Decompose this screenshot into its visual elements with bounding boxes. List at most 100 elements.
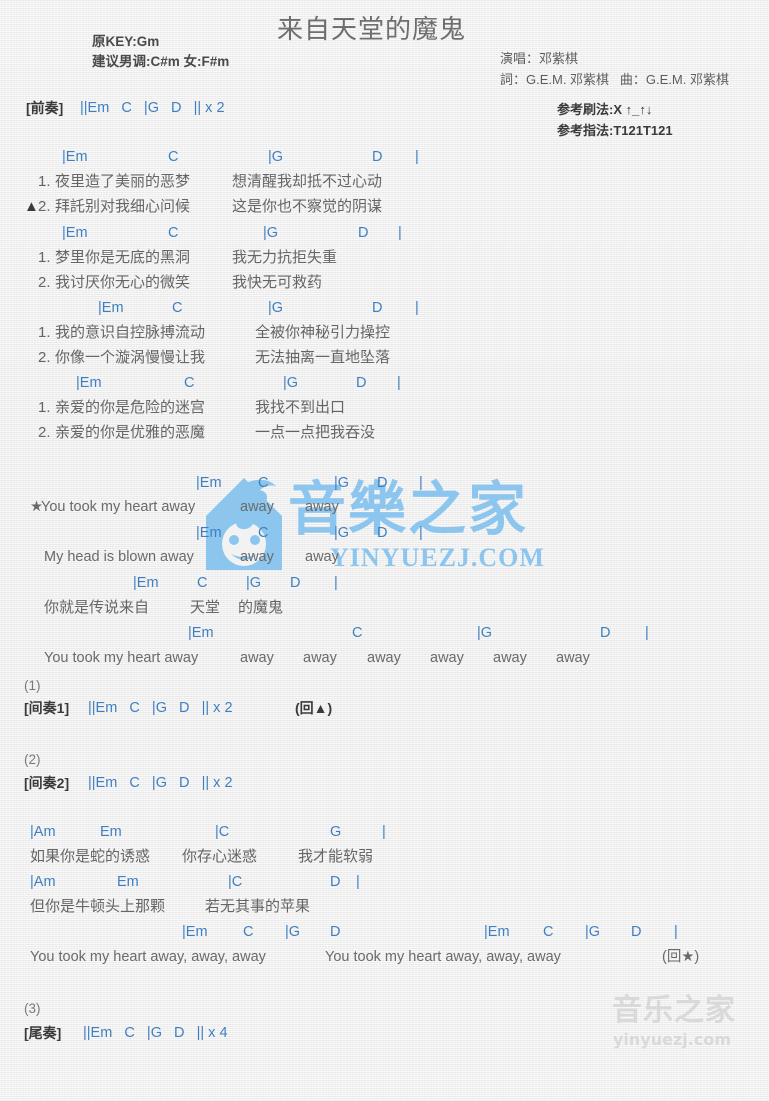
singer-credit: 演唱：邓紫棋	[500, 51, 579, 66]
chord-token: C	[352, 625, 363, 641]
chord-token: C	[243, 924, 254, 940]
original-key: 原KEY:Gm	[92, 34, 160, 49]
chord-token: |G	[334, 475, 350, 491]
lyric-text-left: You took my heart away, away, away	[30, 949, 266, 965]
lyric-away-2: away	[303, 650, 337, 666]
lyric-right: 的魔鬼	[238, 599, 284, 616]
bar-line: |	[415, 300, 419, 316]
lyric-tail: 全被你神秘引力操控	[255, 324, 391, 341]
chord-token: |C	[228, 874, 243, 890]
lyric-text: 你像一个漩涡慢慢让我	[55, 349, 206, 366]
lyric-text: 我讨厌你无心的微笑	[55, 274, 191, 291]
chord-token: |Em	[62, 149, 88, 165]
intro-tag: [前奏]	[26, 100, 64, 116]
chord-token: |G	[285, 924, 301, 940]
chord-token: |C	[215, 824, 230, 840]
chord-token: |G	[585, 924, 601, 940]
chord-token: G	[330, 824, 342, 840]
chord-token: |Em	[133, 575, 159, 591]
lyric-away-1: away	[240, 650, 274, 666]
chord-token: |Em	[62, 225, 88, 241]
chord-sheet-page: 音樂之家 YINYUEZJ.COM 来自天堂的魔鬼 原KEY:Gm 建议男调:C…	[0, 0, 769, 1068]
lyric-text: 如果你是蛇的诱惑	[30, 848, 151, 865]
chord-token: |Am	[30, 824, 56, 840]
lyric-number: 1.	[38, 324, 51, 341]
suggested-key: 建议男调:C#m 女:F#m	[92, 54, 230, 69]
watermark-bottom-text: 音乐之家	[612, 993, 736, 1028]
lyric-mid: 天堂	[190, 599, 221, 616]
chord-token: |Em	[196, 475, 222, 491]
interlude1-tag: [间奏1]	[24, 700, 70, 716]
lyric-away-3: away	[367, 650, 401, 666]
chord-token: |Em	[196, 525, 222, 541]
outro-repeat-marker: (回★)	[662, 949, 700, 965]
lyric-text-right: You took my heart away, away, away	[325, 949, 561, 965]
bar-line: |	[356, 874, 360, 890]
chord-token: D	[631, 924, 642, 940]
chord-token: D	[372, 149, 383, 165]
lyric-number: 1.	[38, 399, 51, 416]
chord-token: |G	[246, 575, 262, 591]
chord-token: |Em	[76, 375, 102, 391]
lyric-away-6: away	[556, 650, 590, 666]
lyric-mid: 若无其事的苹果	[205, 898, 311, 915]
lyric-text: 夜里造了美丽的恶梦	[55, 173, 191, 190]
lyric-number: 1.	[38, 173, 51, 190]
lyric-away-5: away	[493, 650, 527, 666]
section-number-3: (3)	[24, 1001, 41, 1016]
lyric-text: 拜託别对我细心问候	[55, 198, 191, 215]
lyric-text: You took my heart away	[41, 499, 196, 515]
watermark-bottom-url: yinyuezj.com	[613, 1030, 731, 1049]
chord-token: D	[600, 625, 611, 641]
lyric-away-4: away	[430, 650, 464, 666]
lyric-number: 2.	[38, 424, 51, 441]
bar-line: |	[645, 625, 649, 641]
lyric-right: 我才能软弱	[298, 848, 374, 865]
lyric-text: You took my heart away	[44, 650, 199, 666]
chord-token: C	[184, 375, 195, 391]
repeat-triangle-icon: ▲	[24, 198, 39, 215]
chord-token: |G	[477, 625, 493, 641]
bar-line: |	[419, 525, 423, 541]
lyric-away-2: away	[305, 499, 339, 515]
lyric-tail: 我快无可救药	[232, 274, 323, 291]
page-title: 来自天堂的魔鬼	[277, 14, 467, 44]
bar-line: |	[382, 824, 386, 840]
chord-token: C	[172, 300, 183, 316]
chord-token: |G	[268, 300, 284, 316]
chord-token: D	[358, 225, 369, 241]
bar-line: |	[398, 225, 402, 241]
chord-token: Em	[117, 874, 139, 890]
interlude2-tag: [间奏2]	[24, 775, 70, 791]
outro-chorus-lyric-row: You took my heart away, away, away You t…	[0, 950, 699, 1030]
lyric-text: 亲爱的你是危险的迷宫	[55, 399, 206, 416]
chord-token: |Em	[98, 300, 124, 316]
lyric-tail: 无法抽离一直地坠落	[255, 349, 391, 366]
reference-fingering: 参考指法:T121T121	[557, 123, 673, 138]
chord-token: |Am	[30, 874, 56, 890]
chord-token: C	[543, 924, 554, 940]
interlude2-chords: ||Em C |G D || x 2	[88, 775, 233, 791]
lyric-away-1: away	[240, 549, 274, 565]
chord-token: D	[290, 575, 301, 591]
lyric-tail: 我找不到出口	[255, 399, 346, 416]
interlude1-repeat: (回▲)	[295, 700, 333, 716]
chord-token: D	[377, 525, 388, 541]
interlude1-chords: ||Em C |G D || x 2	[88, 700, 233, 716]
chord-token: C	[168, 149, 179, 165]
lyric-mid: 你存心迷惑	[182, 848, 258, 865]
chord-token: C	[168, 225, 179, 241]
lyric-away-1: away	[240, 499, 274, 515]
intro-chords: ||Em C |G D || x 2	[80, 100, 225, 116]
chord-token: D	[330, 924, 341, 940]
lyric-tail: 这是你也不察觉的阴谋	[232, 198, 383, 215]
section-number-2: (2)	[24, 752, 41, 767]
chord-token: |Em	[484, 924, 510, 940]
bar-line: |	[397, 375, 401, 391]
chord-token: D	[356, 375, 367, 391]
writer-credit: 詞：G.E.M. 邓紫棋 曲：G.E.M. 邓紫棋	[500, 72, 729, 87]
chord-token: C	[258, 525, 269, 541]
chord-token: |Em	[188, 625, 214, 641]
lyric-number: 2.	[38, 274, 51, 291]
chord-token: |G	[263, 225, 279, 241]
